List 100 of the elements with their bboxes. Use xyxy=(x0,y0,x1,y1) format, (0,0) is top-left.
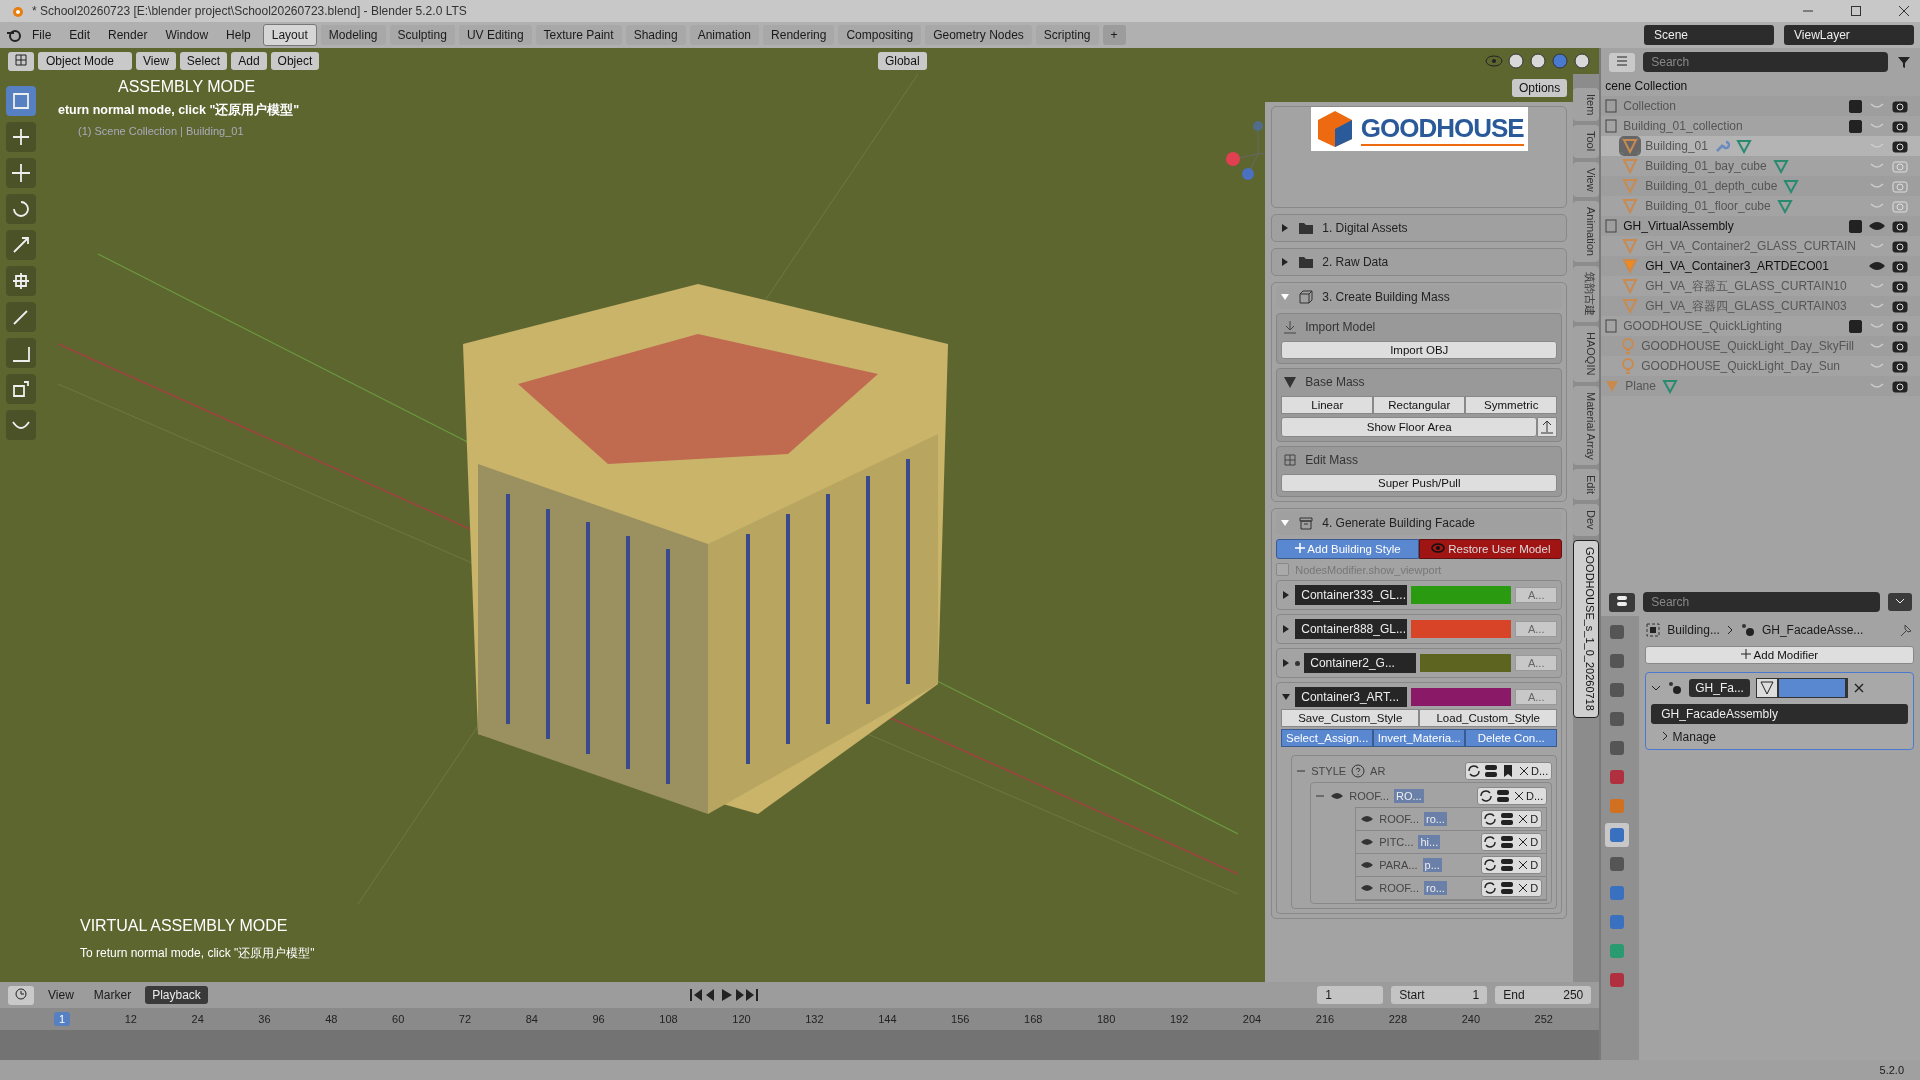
panel-header[interactable]: 3. Create Building Mass xyxy=(1276,285,1563,309)
camera-icon[interactable] xyxy=(1892,239,1908,253)
modifier-tab-icon[interactable] xyxy=(1605,823,1630,847)
workspace-tab[interactable]: Texture Paint xyxy=(535,25,622,45)
timeline-menu[interactable]: Marker xyxy=(87,988,138,1002)
chevron-icon[interactable] xyxy=(1651,683,1662,693)
timeline-menu[interactable]: Playback xyxy=(145,986,208,1004)
node-group-field[interactable]: GH_FacadeAssembly xyxy=(1651,704,1908,724)
workspace-tab[interactable]: UV Editing xyxy=(458,25,532,45)
upload-icon[interactable] xyxy=(1537,417,1558,437)
viewport-menu[interactable]: Object xyxy=(270,52,320,70)
thumbnail-preview[interactable]: ro... xyxy=(1423,881,1447,895)
thumbnail-preview[interactable]: RO... xyxy=(1393,789,1424,803)
eye-icon[interactable] xyxy=(1868,260,1886,272)
checkbox[interactable] xyxy=(1849,219,1862,233)
push-pull-button[interactable]: Super Push/Pull xyxy=(1281,474,1558,492)
sidebar-tab[interactable]: GOODHOUSE_s_1_0_20260718 xyxy=(1573,539,1600,718)
import-obj-button[interactable]: Import OBJ xyxy=(1281,341,1558,359)
eye-icon[interactable] xyxy=(1360,814,1375,824)
shading-sphere-icon[interactable] xyxy=(1573,52,1592,70)
color-swatch[interactable] xyxy=(1420,654,1512,672)
sidebar-tab[interactable]: Animation xyxy=(1573,201,1600,263)
scale-icon[interactable] xyxy=(6,230,36,260)
workspace-tab[interactable]: Modeling xyxy=(320,25,386,45)
mode-selector[interactable]: Object Mode xyxy=(38,52,133,70)
maximize-icon[interactable] xyxy=(1850,5,1862,17)
tree-item[interactable]: cene Collection xyxy=(1605,79,1688,93)
container-tool-button[interactable]: Invert_Materia... xyxy=(1373,729,1466,747)
manage-subpanel[interactable]: Manage xyxy=(1651,730,1716,744)
restore-model-button[interactable]: Restore User Model xyxy=(1419,539,1563,559)
container-name-field[interactable]: Container3_ART... xyxy=(1295,687,1408,707)
color-swatch[interactable] xyxy=(1411,586,1512,604)
mass-type-button[interactable]: Rectangular xyxy=(1373,396,1466,414)
camera-icon[interactable] xyxy=(1892,379,1908,393)
workspace-tab[interactable]: Geometry Nodes xyxy=(925,25,1032,45)
thumbnail-preview[interactable]: hi... xyxy=(1418,835,1441,849)
close-icon[interactable] xyxy=(1898,5,1910,17)
filter-icon[interactable] xyxy=(1896,54,1912,70)
menu-item[interactable]: Help xyxy=(218,26,259,44)
move-arrows-icon[interactable] xyxy=(6,158,36,188)
add-style-button[interactable]: Add Building Style xyxy=(1276,539,1420,559)
refresh-icon[interactable] xyxy=(1466,763,1483,779)
sidebar-tab[interactable]: Material Array xyxy=(1573,385,1600,466)
container-tool-button[interactable]: Delete Con... xyxy=(1465,729,1558,747)
viewport[interactable] xyxy=(0,48,1600,982)
panel-header[interactable]: 4. Generate Building Facade xyxy=(1276,511,1563,535)
color-swatch[interactable] xyxy=(1411,620,1512,638)
viewport-menu[interactable]: View xyxy=(136,52,176,70)
camera-icon[interactable] xyxy=(1892,259,1908,273)
camera-icon[interactable] xyxy=(1892,299,1908,313)
style-action-button[interactable]: Load_Custom_Style xyxy=(1419,709,1558,727)
add-cube-icon[interactable] xyxy=(6,374,36,404)
search-field[interactable]: Search xyxy=(1643,592,1880,612)
tree-item[interactable]: Building_01 xyxy=(1645,139,1708,153)
sidebar-tab[interactable]: Dev xyxy=(1573,504,1600,536)
menu-item[interactable]: Edit xyxy=(61,26,99,44)
checkbox[interactable] xyxy=(1849,119,1862,133)
blender-logo-icon[interactable] xyxy=(6,27,22,43)
workspace-tab[interactable]: Rendering xyxy=(763,25,835,45)
camera-icon[interactable] xyxy=(1892,359,1908,373)
workspace-tab[interactable]: Animation xyxy=(689,25,760,45)
current-frame-field[interactable]: 1 xyxy=(1317,986,1384,1004)
refresh-icon[interactable] xyxy=(1478,788,1495,804)
viewport-menu[interactable]: Select xyxy=(179,52,228,70)
add-workspace-button[interactable]: + xyxy=(1102,25,1126,45)
toggle-switch-icon[interactable] xyxy=(1495,788,1512,804)
sidebar-tab[interactable]: Edit xyxy=(1573,469,1600,501)
apply-button[interactable]: A... xyxy=(1515,621,1558,637)
sidebar-tab[interactable]: View xyxy=(1573,161,1600,198)
eye-icon[interactable] xyxy=(1360,837,1375,847)
toggle-switch-icon[interactable] xyxy=(1499,857,1516,873)
style-action-button[interactable]: Save_Custom_Style xyxy=(1281,709,1420,727)
color-swatch[interactable] xyxy=(1411,688,1512,706)
menu-item[interactable]: Render xyxy=(100,26,156,44)
rotate-arc-icon[interactable] xyxy=(6,194,36,224)
panel-header[interactable]: 2. Raw Data xyxy=(1271,248,1568,276)
cursor-icon[interactable] xyxy=(6,122,36,152)
toggle-switch-icon[interactable] xyxy=(1499,811,1516,827)
sidebar-tab[interactable]: HAOQIN xyxy=(1573,326,1600,382)
thumbnail-preview[interactable]: ro... xyxy=(1423,812,1447,826)
eye-icon[interactable] xyxy=(1360,860,1375,870)
toggle-switch-icon[interactable] xyxy=(1499,834,1516,850)
camera-icon[interactable] xyxy=(1892,339,1908,353)
pencil-icon[interactable] xyxy=(6,302,36,332)
viewport-menu[interactable]: Add xyxy=(231,52,267,70)
select-box-icon[interactable] xyxy=(6,86,36,116)
sidebar-tab[interactable]: 筑韵古建 xyxy=(1573,266,1600,323)
modifier-toggles-icon[interactable] xyxy=(1755,678,1848,698)
editor-type-button[interactable] xyxy=(8,985,34,1005)
menu-item[interactable]: File xyxy=(24,26,60,44)
expand-triangle-icon[interactable] xyxy=(1281,692,1292,702)
checkbox[interactable] xyxy=(1849,99,1862,113)
container-tool-button[interactable]: Select_Assign... xyxy=(1281,729,1374,747)
mass-type-button[interactable]: Linear xyxy=(1281,396,1374,414)
camera-icon[interactable] xyxy=(1892,139,1908,153)
pin-icon[interactable] xyxy=(1898,622,1914,638)
toggle-switch-icon[interactable] xyxy=(1499,880,1516,896)
camera-icon[interactable] xyxy=(1892,319,1908,333)
view-layer-selector[interactable]: ViewLayer xyxy=(1784,25,1914,45)
scene-selector[interactable]: Scene xyxy=(1644,25,1774,45)
